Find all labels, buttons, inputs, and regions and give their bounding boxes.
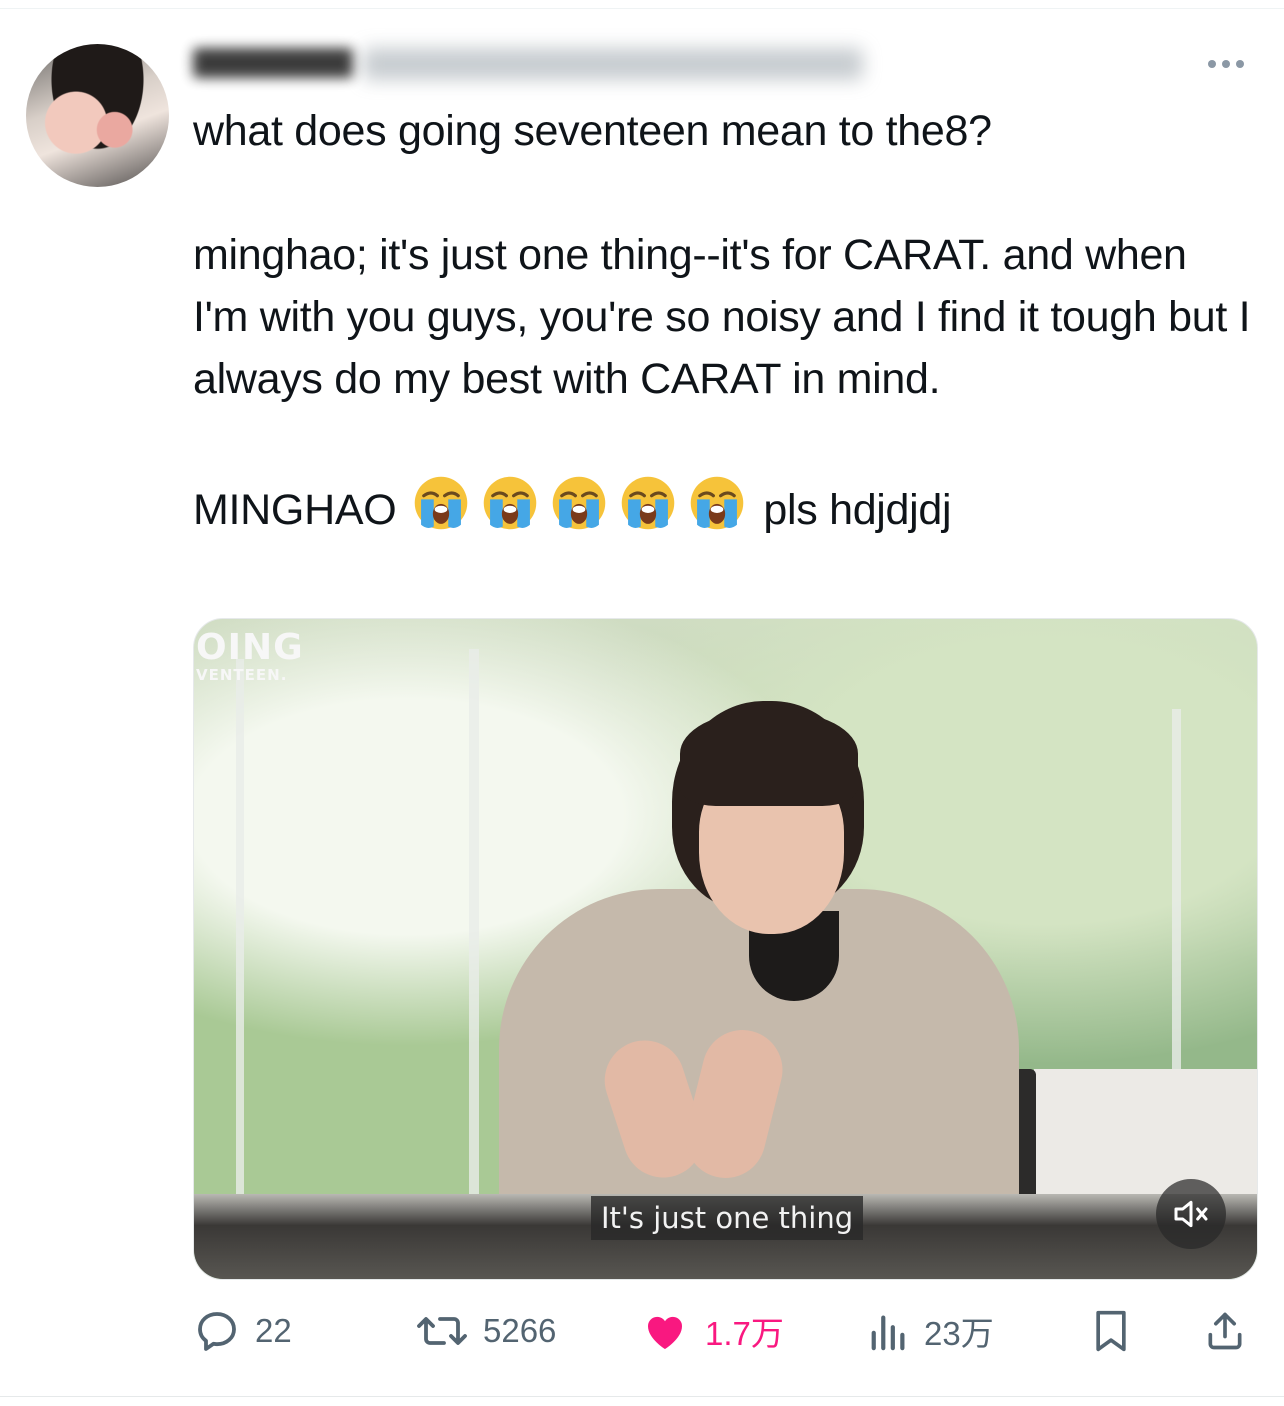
crying-emoji-group <box>412 472 757 547</box>
author-handle-blurred[interactable] <box>363 48 863 80</box>
views-button[interactable]: 23万 <box>868 1300 994 1362</box>
bookmark-icon <box>1096 1310 1126 1352</box>
share-button[interactable] <box>1203 1300 1247 1362</box>
like-count: 1.7万 <box>705 1315 784 1352</box>
author-name-blurred[interactable] <box>193 48 353 78</box>
top-divider <box>0 8 1284 9</box>
window-frame <box>469 649 479 1259</box>
view-count: 23万 <box>924 1315 994 1352</box>
tweet-actions: 22 5266 1.7万 23万 <box>193 1300 1256 1362</box>
crying-face-emoji-icon <box>688 474 746 532</box>
crying-face-emoji-icon <box>550 474 608 532</box>
retweet-count: 5266 <box>483 1312 557 1349</box>
tweet-tail: pls hdjdjdj <box>763 485 952 534</box>
heart-filled-icon <box>647 1316 683 1349</box>
tweet-reaction-line: MINGHAO pls hdjdjdj <box>193 472 1253 547</box>
retweet-button[interactable]: 5266 <box>415 1300 556 1362</box>
speaker-muted-icon <box>1174 1200 1208 1228</box>
channel-watermark: OING VENTEEN. <box>196 627 304 684</box>
reply-count: 22 <box>255 1312 292 1349</box>
bar-chart-icon <box>871 1315 905 1351</box>
tweet-video[interactable]: OING VENTEEN. It's just one thing <box>193 618 1258 1280</box>
video-subtitle: It's just one thing <box>591 1196 864 1240</box>
crying-face-emoji-icon <box>412 474 470 532</box>
background-cabinet <box>1034 1069 1257 1199</box>
bookmark-button[interactable] <box>1089 1300 1133 1362</box>
tweet-text: what does going seventeen mean to the8? … <box>193 100 1253 547</box>
person-fringe <box>680 711 858 806</box>
crying-face-emoji-icon <box>619 474 677 532</box>
mute-toggle-button[interactable] <box>1156 1179 1226 1249</box>
like-button[interactable]: 1.7万 <box>639 1300 784 1362</box>
tweet-quote: minghao; it's just one thing--it's for C… <box>193 231 1251 403</box>
reply-button[interactable]: 22 <box>193 1300 292 1362</box>
tweet-question: what does going seventeen mean to the8? <box>193 107 992 155</box>
more-options-icon[interactable] <box>1208 52 1254 76</box>
author-avatar[interactable] <box>26 44 169 187</box>
retweet-icon <box>417 1317 467 1345</box>
crying-face-emoji-icon <box>481 474 539 532</box>
tweet-exclaim: MINGHAO <box>193 485 397 534</box>
reply-icon <box>198 1312 236 1351</box>
bottom-divider <box>0 1396 1284 1397</box>
window-frame <box>236 659 244 1259</box>
tweet-header[interactable]: hannie @m <box>193 40 893 88</box>
share-icon <box>1208 1312 1242 1350</box>
